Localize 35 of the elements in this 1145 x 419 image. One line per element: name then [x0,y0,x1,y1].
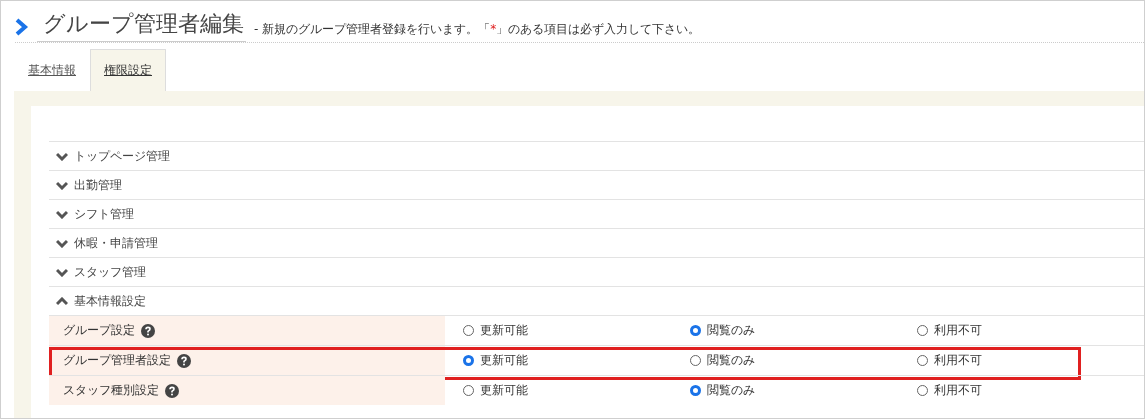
section-header[interactable]: 基本情報設定 [74,292,146,310]
caret-icon[interactable] [56,151,68,161]
page-description: - 新規のグループ管理者登録を行います。「*」のある項目は必ず入力して下さい。 [254,21,701,38]
option-label: 閲覧のみ [707,382,755,399]
caret-icon[interactable] [56,238,68,248]
section-header[interactable]: シフト管理 [74,205,134,223]
option-label: 利用不可 [934,352,982,369]
setting-label: グループ設定 [63,322,135,339]
caret-icon[interactable] [56,296,68,306]
help-icon[interactable] [141,323,155,338]
caret-icon[interactable] [56,267,68,277]
option-label: 閲覧のみ [707,352,755,369]
option-label: 閲覧のみ [707,322,755,339]
section-header[interactable]: 出勤管理 [74,176,122,194]
radio-button[interactable] [463,355,474,366]
section-header[interactable]: 休暇・申請管理 [74,234,158,252]
radio-button[interactable] [690,325,701,336]
page-title: グループ管理者編集 [37,9,246,42]
section-header[interactable]: トップページ管理 [74,147,170,165]
option-label: 利用不可 [934,322,982,339]
caret-icon[interactable] [56,180,68,190]
help-icon[interactable] [165,383,179,398]
setting-label: グループ管理者設定 [63,352,171,369]
option-label: 更新可能 [480,382,528,399]
tab[interactable]: 権限設定 [90,49,166,91]
option-label: 更新可能 [480,352,528,369]
option-label: 利用不可 [934,382,982,399]
tab[interactable]: 基本情報 [14,49,90,91]
option-label: 更新可能 [480,322,528,339]
caret-icon[interactable] [56,209,68,219]
setting-label: スタッフ種別設定 [63,382,159,399]
radio-button[interactable] [690,385,701,396]
help-icon[interactable] [177,353,191,368]
section-header[interactable]: スタッフ管理 [74,263,146,281]
chevron-icon [15,17,29,36]
